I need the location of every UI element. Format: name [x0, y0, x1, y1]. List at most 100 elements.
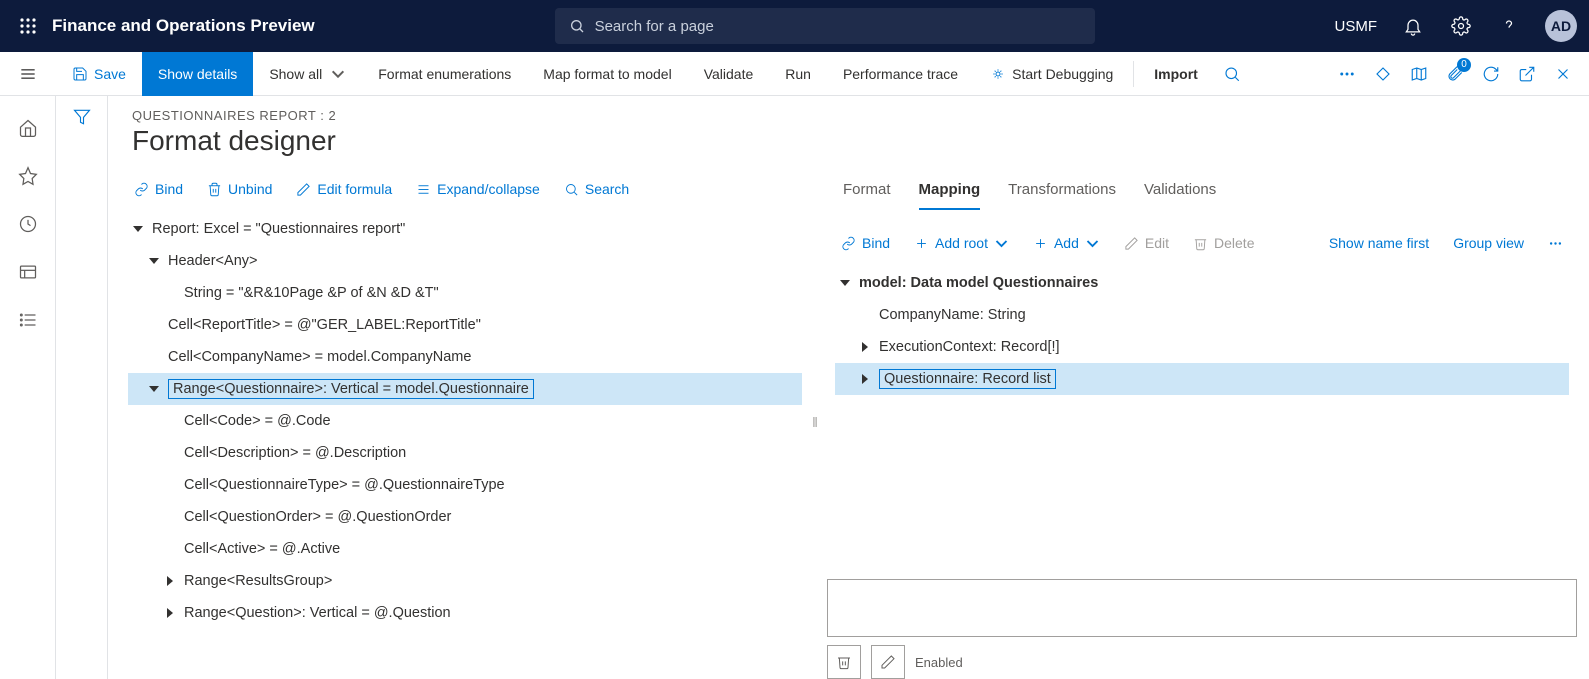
tree-row[interactable]: Cell<QuestionnaireType> = @.Questionnair… — [128, 469, 802, 501]
map-icon[interactable] — [1401, 56, 1437, 92]
tree-row[interactable]: Range<Question>: Vertical = @.Question — [128, 597, 802, 629]
model-tree: model: Data model Questionnaires Company… — [827, 263, 1577, 399]
format-enumerations-button[interactable]: Format enumerations — [362, 52, 527, 96]
format-toolbar: Bind Unbind Edit formula Expand/collapse… — [120, 169, 810, 209]
notifications-icon[interactable] — [1393, 6, 1433, 46]
search-wrap — [315, 8, 1335, 44]
bind-button[interactable]: Bind — [831, 229, 900, 257]
close-icon[interactable] — [1545, 56, 1581, 92]
tree-row[interactable]: model: Data model Questionnaires — [835, 267, 1569, 299]
import-button[interactable]: Import — [1138, 52, 1214, 96]
cmd-search-icon[interactable] — [1214, 56, 1250, 92]
breadcrumb: QUESTIONNAIRES REPORT : 2 — [132, 108, 1565, 123]
tab-mapping[interactable]: Mapping — [919, 173, 981, 210]
tree-row[interactable]: ExecutionContext: Record[!] — [835, 331, 1569, 363]
tab-validations[interactable]: Validations — [1144, 173, 1216, 210]
tab-transformations[interactable]: Transformations — [1008, 173, 1116, 210]
collapse-icon[interactable] — [148, 255, 160, 267]
formula-box[interactable] — [827, 579, 1577, 637]
tree-row-selected[interactable]: Range<Questionnaire>: Vertical = model.Q… — [128, 373, 802, 405]
tree-row[interactable]: Cell<QuestionOrder> = @.QuestionOrder — [128, 501, 802, 533]
show-name-first-button[interactable]: Show name first — [1319, 229, 1439, 257]
chevron-down-icon — [330, 66, 346, 82]
collapse-icon[interactable] — [148, 383, 160, 395]
tree-row-selected[interactable]: Questionnaire: Record list — [835, 363, 1569, 395]
tree-row[interactable]: Report: Excel = "Questionnaires report" — [128, 213, 802, 245]
bottom-controls: Enabled — [827, 645, 1577, 679]
tree-row[interactable]: Header<Any> — [128, 245, 802, 277]
waffle-icon[interactable] — [12, 17, 44, 35]
format-pane: Bind Unbind Edit formula Expand/collapse… — [108, 165, 811, 679]
show-all-button[interactable]: Show all — [253, 52, 362, 96]
search-icon — [569, 18, 585, 34]
popout-icon[interactable] — [1509, 56, 1545, 92]
tree-row[interactable]: Cell<Description> = @.Description — [128, 437, 802, 469]
tab-format[interactable]: Format — [843, 173, 891, 210]
performance-trace-button[interactable]: Performance trace — [827, 52, 974, 96]
module-icon[interactable] — [16, 260, 40, 284]
expand-icon[interactable] — [164, 607, 176, 619]
tree-row[interactable]: Cell<CompanyName> = model.CompanyName — [128, 341, 802, 373]
collapse-icon[interactable] — [132, 223, 144, 235]
tree-search-button[interactable]: Search — [554, 175, 639, 203]
add-root-button[interactable]: Add root — [904, 229, 1019, 257]
filter-icon[interactable] — [73, 108, 91, 679]
filter-strip — [56, 96, 108, 679]
attach-icon[interactable]: 0 — [1437, 56, 1473, 92]
search-input[interactable] — [595, 18, 1081, 35]
link-icon — [134, 182, 149, 197]
unbind-button[interactable]: Unbind — [197, 175, 282, 203]
group-view-button[interactable]: Group view — [1443, 229, 1534, 257]
start-debugging-button[interactable]: Start Debugging — [974, 52, 1129, 96]
list-icon[interactable] — [16, 308, 40, 332]
help-icon[interactable] — [1489, 6, 1529, 46]
refresh-icon[interactable] — [1473, 56, 1509, 92]
collapse-icon[interactable] — [839, 277, 851, 289]
expand-collapse-button[interactable]: Expand/collapse — [406, 175, 550, 203]
delete-formula-button[interactable] — [827, 645, 861, 679]
link-icon — [841, 236, 856, 251]
chevron-down-icon — [1085, 236, 1100, 251]
validate-button[interactable]: Validate — [688, 52, 770, 96]
expand-icon[interactable] — [859, 373, 871, 385]
company-code[interactable]: USMF — [1335, 18, 1378, 35]
splitter[interactable]: ‖ — [811, 165, 819, 679]
pencil-icon — [1124, 236, 1139, 251]
add-button[interactable]: Add — [1023, 229, 1110, 257]
hamburger-icon[interactable] — [0, 64, 56, 84]
expand-icon[interactable] — [859, 341, 871, 353]
tree-row[interactable]: Range<ResultsGroup> — [128, 565, 802, 597]
settings-icon[interactable] — [1441, 6, 1481, 46]
edit-formula-button[interactable] — [871, 645, 905, 679]
pencil-icon — [296, 182, 311, 197]
star-icon[interactable] — [16, 164, 40, 188]
tree-row[interactable]: Cell<Active> = @.Active — [128, 533, 802, 565]
tree-row[interactable]: Cell<ReportTitle> = @"GER_LABEL:ReportTi… — [128, 309, 802, 341]
app-title: Finance and Operations Preview — [52, 16, 315, 36]
diamond-icon[interactable] — [1365, 56, 1401, 92]
search-box[interactable] — [555, 8, 1095, 44]
trash-icon — [836, 654, 852, 670]
more-icon[interactable] — [1329, 56, 1365, 92]
trash-icon — [1193, 236, 1208, 251]
map-format-to-model-button[interactable]: Map format to model — [527, 52, 687, 96]
page-title: Format designer — [132, 125, 1565, 157]
expand-icon[interactable] — [164, 575, 176, 587]
attach-badge: 0 — [1457, 58, 1471, 72]
run-button[interactable]: Run — [769, 52, 827, 96]
bind-button[interactable]: Bind — [124, 175, 193, 203]
plus-icon — [914, 236, 929, 251]
tree-row[interactable]: CompanyName: String — [835, 299, 1569, 331]
clock-icon[interactable] — [16, 212, 40, 236]
edit-formula-button[interactable]: Edit formula — [286, 175, 402, 203]
chevron-down-icon — [994, 236, 1009, 251]
user-avatar[interactable]: AD — [1545, 10, 1577, 42]
show-details-button[interactable]: Show details — [142, 52, 253, 96]
tree-row[interactable]: Cell<Code> = @.Code — [128, 405, 802, 437]
more-icon[interactable] — [1538, 230, 1573, 257]
tree-row[interactable]: String = "&R&10Page &P of &N &D &T" — [128, 277, 802, 309]
top-nav: Finance and Operations Preview USMF AD — [0, 0, 1589, 52]
home-icon[interactable] — [16, 116, 40, 140]
save-button[interactable]: Save — [56, 52, 142, 96]
list-toggle-icon — [416, 182, 431, 197]
